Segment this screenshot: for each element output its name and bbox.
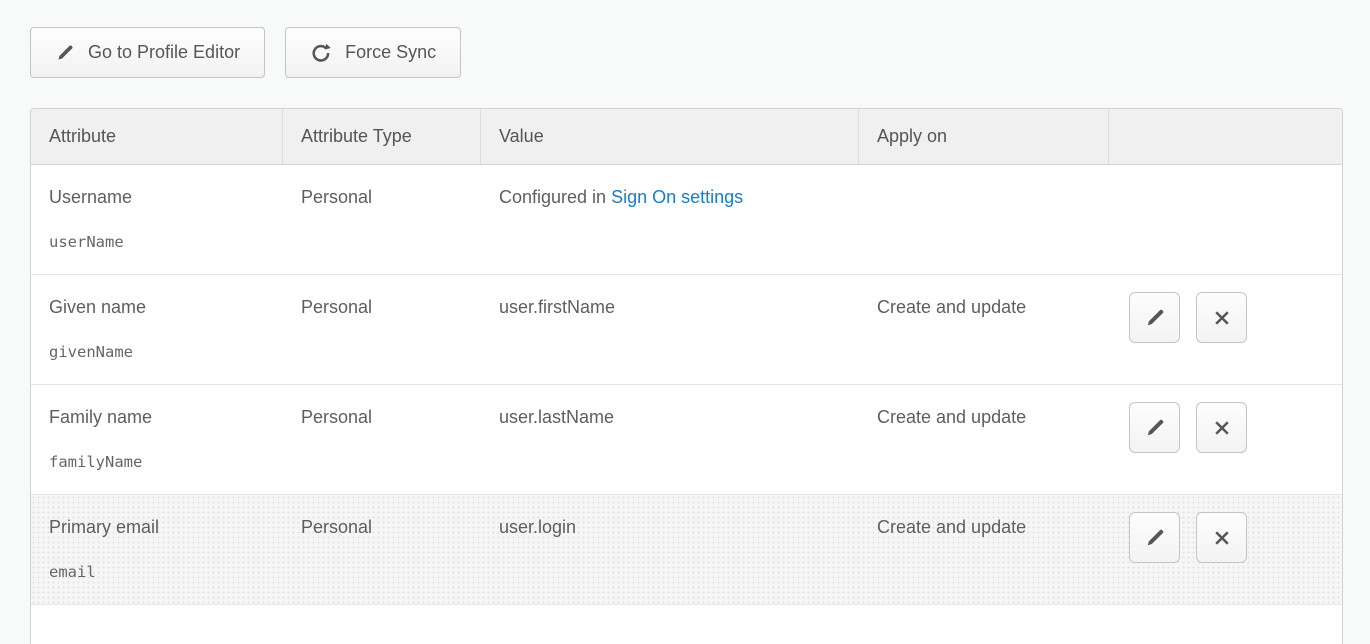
table-header: Attribute Attribute Type Value Apply on bbox=[31, 109, 1342, 165]
edit-attribute-button[interactable] bbox=[1129, 512, 1180, 563]
actions-cell bbox=[1109, 385, 1342, 494]
delete-attribute-button[interactable] bbox=[1196, 512, 1247, 563]
column-header-attribute: Attribute bbox=[31, 109, 283, 164]
close-icon bbox=[1212, 528, 1232, 548]
value-cell: Configured in Sign On settings bbox=[481, 165, 859, 274]
apply-on-cell: Create and update bbox=[859, 275, 1109, 384]
attribute-label: Given name bbox=[49, 297, 275, 318]
edit-attribute-button[interactable] bbox=[1129, 292, 1180, 343]
apply-on-cell bbox=[859, 165, 1109, 274]
attribute-cell: Family name familyName bbox=[31, 385, 283, 494]
table-row: Username userName Personal Configured in… bbox=[31, 165, 1342, 275]
attribute-cell: Given name givenName bbox=[31, 275, 283, 384]
table-row bbox=[31, 605, 1342, 644]
edit-attribute-button[interactable] bbox=[1129, 402, 1180, 453]
attribute-variable-name: userName bbox=[49, 233, 275, 251]
actions-cell bbox=[1109, 275, 1342, 384]
actions-cell bbox=[1109, 495, 1342, 604]
column-header-attribute-type: Attribute Type bbox=[283, 109, 481, 164]
attribute-variable-name: email bbox=[49, 563, 275, 581]
attribute-variable-name: familyName bbox=[49, 453, 275, 471]
force-sync-button[interactable]: Force Sync bbox=[285, 27, 461, 78]
table-row: Family name familyName Personal user.las… bbox=[31, 385, 1342, 495]
column-header-value: Value bbox=[481, 109, 859, 164]
attribute-variable-name: givenName bbox=[49, 343, 275, 361]
value-cell: user.login bbox=[481, 495, 859, 604]
go-to-profile-editor-button[interactable]: Go to Profile Editor bbox=[30, 27, 265, 78]
value-cell: user.lastName bbox=[481, 385, 859, 494]
sign-on-settings-link[interactable]: Sign On settings bbox=[611, 187, 743, 207]
column-header-actions bbox=[1109, 109, 1342, 164]
close-icon bbox=[1212, 418, 1232, 438]
value-text: Configured in bbox=[499, 187, 611, 207]
apply-on-cell: Create and update bbox=[859, 385, 1109, 494]
actions-cell bbox=[1109, 165, 1342, 274]
pencil-icon bbox=[1144, 527, 1166, 549]
pencil-icon bbox=[1144, 417, 1166, 439]
value-cell: user.firstName bbox=[481, 275, 859, 384]
attribute-type-cell: Personal bbox=[283, 275, 481, 384]
attribute-mappings-table: Attribute Attribute Type Value Apply on … bbox=[30, 108, 1343, 644]
attribute-cell: Primary email email bbox=[31, 495, 283, 604]
table-row: Given name givenName Personal user.first… bbox=[31, 275, 1342, 385]
attribute-label: Family name bbox=[49, 407, 275, 428]
attribute-label: Username bbox=[49, 187, 275, 208]
pencil-icon bbox=[55, 43, 75, 63]
attribute-mappings-page: Go to Profile Editor Force Sync Attribut… bbox=[0, 0, 1370, 644]
column-header-apply-on: Apply on bbox=[859, 109, 1109, 164]
attribute-cell: Username userName bbox=[31, 165, 283, 274]
pencil-icon bbox=[1144, 307, 1166, 329]
button-label: Force Sync bbox=[345, 42, 436, 63]
close-icon bbox=[1212, 308, 1232, 328]
delete-attribute-button[interactable] bbox=[1196, 292, 1247, 343]
button-label: Go to Profile Editor bbox=[88, 42, 240, 63]
delete-attribute-button[interactable] bbox=[1196, 402, 1247, 453]
attribute-type-cell: Personal bbox=[283, 495, 481, 604]
attribute-type-cell: Personal bbox=[283, 165, 481, 274]
attribute-type-cell: Personal bbox=[283, 385, 481, 494]
toolbar: Go to Profile Editor Force Sync bbox=[30, 27, 461, 78]
attribute-label: Primary email bbox=[49, 517, 275, 538]
table-row: Primary email email Personal user.login … bbox=[31, 495, 1342, 605]
apply-on-cell: Create and update bbox=[859, 495, 1109, 604]
sync-icon bbox=[310, 42, 332, 64]
